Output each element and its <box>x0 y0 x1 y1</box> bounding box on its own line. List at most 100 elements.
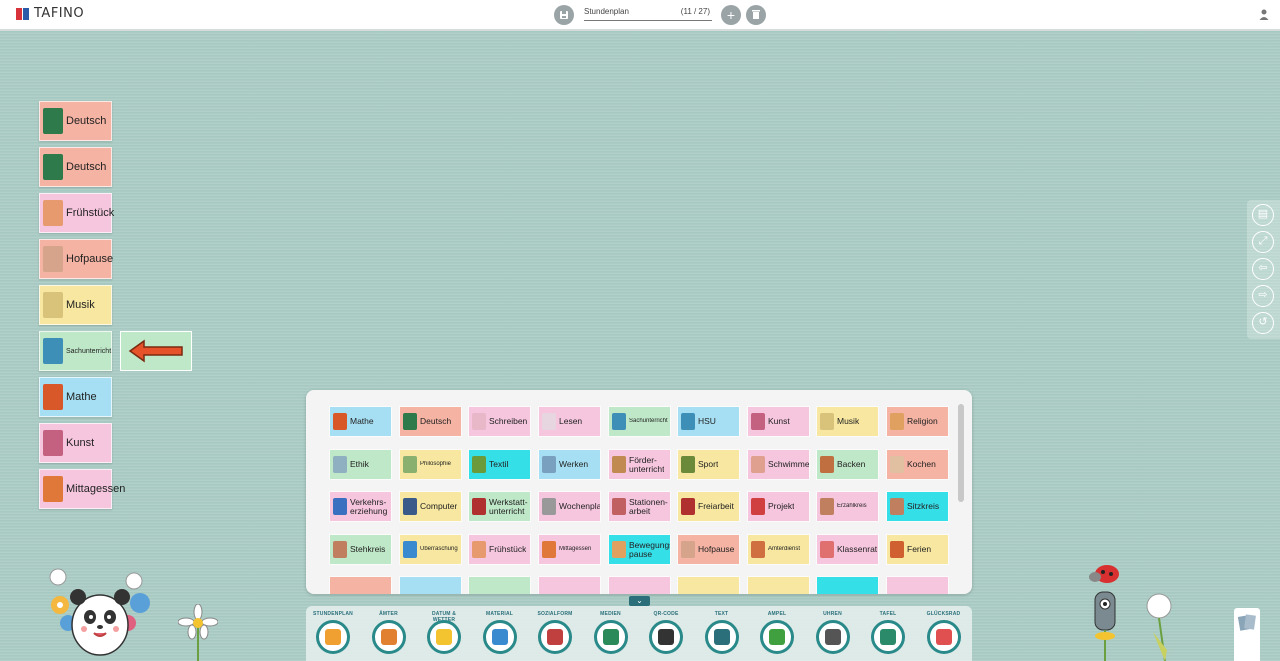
dock-tool-button[interactable] <box>593 620 628 654</box>
library-card[interactable]: Ethik <box>330 450 391 479</box>
library-card[interactable] <box>330 577 391 594</box>
library-card[interactable] <box>887 577 948 594</box>
dock-tool-glücksrad[interactable]: GLÜCKSRAD <box>921 610 967 660</box>
library-card[interactable]: Hofpause <box>678 535 739 564</box>
library-card[interactable]: Klassenrat <box>817 535 878 564</box>
library-card[interactable]: Kochen <box>887 450 948 479</box>
library-card[interactable]: Freiarbeit <box>678 492 739 521</box>
dock-tool-text[interactable]: TEXT <box>699 610 745 660</box>
schedule-card[interactable]: Mittagessen <box>39 469 125 509</box>
notes-widget[interactable] <box>1234 608 1260 661</box>
library-card[interactable]: Computer <box>400 492 461 521</box>
dock-tool-ampel[interactable]: AMPEL <box>754 610 800 660</box>
library-card[interactable]: Überraschung <box>400 535 461 564</box>
library-card[interactable]: Lesen <box>539 407 600 436</box>
library-card[interactable]: Mathe <box>330 407 391 436</box>
dock-tool-button[interactable] <box>704 620 739 654</box>
schedule-card[interactable]: Sachunterricht <box>39 331 112 371</box>
library-card[interactable]: Textil <box>469 450 530 479</box>
dock-tool-medien[interactable]: MEDIEN <box>588 610 634 660</box>
library-card[interactable]: Wochenplan <box>539 492 600 521</box>
dock-tool-tafel[interactable]: TAFEL <box>865 610 911 660</box>
library-card[interactable]: HSU <box>678 407 739 436</box>
library-card[interactable]: Werkstatt- unterricht <box>469 492 530 521</box>
panel-scrollbar[interactable] <box>958 400 964 586</box>
scrollbar-thumb[interactable] <box>958 404 964 502</box>
library-card[interactable]: Mittagessen <box>539 535 600 564</box>
library-card[interactable]: Verkehrs- erziehung <box>330 492 391 521</box>
dandelion-decoration <box>1146 593 1181 661</box>
library-card[interactable]: Erzählkreis <box>817 492 878 521</box>
schedule-card[interactable]: Deutsch <box>39 147 112 187</box>
dock-tool-button[interactable] <box>371 620 406 654</box>
side-tool-fullscreen[interactable]: ⤢ <box>1252 231 1274 253</box>
dock-tool-button[interactable] <box>926 620 961 654</box>
delete-plan-button[interactable] <box>746 5 766 25</box>
library-card[interactable]: Schwimmen <box>748 450 809 479</box>
library-card[interactable] <box>400 577 461 594</box>
save-button[interactable] <box>554 5 574 25</box>
library-card[interactable]: Schreiben <box>469 407 530 436</box>
library-card[interactable]: Philosophie <box>400 450 461 479</box>
library-card[interactable]: Projekt <box>748 492 809 521</box>
side-tool-clipboard[interactable]: ▤ <box>1252 204 1274 226</box>
library-card[interactable] <box>748 577 809 594</box>
side-tool-next[interactable]: ⇨ <box>1252 285 1274 307</box>
library-card[interactable] <box>539 577 600 594</box>
dock-tool-uhren[interactable]: UHREN <box>810 610 856 660</box>
dock-tool-button[interactable] <box>871 620 905 654</box>
brand-logo[interactable]: TAFINO <box>16 6 84 21</box>
dock-tool-button[interactable] <box>538 620 572 654</box>
library-card[interactable] <box>469 577 530 594</box>
library-card[interactable]: Backen <box>817 450 878 479</box>
collapse-panel-button[interactable]: ⌄ <box>629 596 650 606</box>
dock-tool-button[interactable] <box>427 620 461 654</box>
library-card[interactable] <box>609 577 670 594</box>
plan-name-field[interactable]: Stundenplan (11 / 27) <box>584 7 712 21</box>
library-card[interactable]: Sport <box>678 450 739 479</box>
sticky-notes-icon <box>1237 614 1256 631</box>
schedule-card[interactable]: Mathe <box>39 377 112 417</box>
dock-tool-button[interactable] <box>760 620 794 654</box>
dock-tool-datum-wetter[interactable]: DATUM & WETTER <box>421 610 467 660</box>
library-card[interactable]: Kunst <box>748 407 809 436</box>
side-tool-refresh[interactable]: ↺ <box>1252 312 1274 334</box>
library-card[interactable]: Deutsch <box>400 407 461 436</box>
dock-tool-qr-code[interactable]: QR-CODE <box>643 610 689 660</box>
subject-icon <box>681 498 695 515</box>
user-icon[interactable] <box>1259 9 1269 20</box>
dock-tool-button[interactable] <box>815 620 850 654</box>
schedule-card[interactable]: Frühstück <box>39 193 114 233</box>
library-card[interactable]: Bewegungs- pause <box>609 535 670 564</box>
dock-tool-button[interactable] <box>316 620 350 654</box>
schedule-card[interactable]: Kunst <box>39 423 112 463</box>
library-card[interactable]: Musik <box>817 407 878 436</box>
subject-icon <box>820 541 834 558</box>
schedule-card[interactable]: Musik <box>39 285 112 325</box>
library-card[interactable]: Förder- unterricht <box>609 450 670 479</box>
library-card[interactable] <box>817 577 878 594</box>
library-card[interactable]: Frühstück <box>469 535 530 564</box>
library-card[interactable]: Ämterdienst <box>748 535 809 564</box>
library-card[interactable]: Ferien <box>887 535 948 564</box>
schedule-card[interactable]: Hofpause <box>39 239 113 279</box>
library-card[interactable]: Werken <box>539 450 600 479</box>
schedule-card[interactable]: Deutsch <box>39 101 112 141</box>
dock-tool-label: AMPEL <box>767 611 787 617</box>
dock-tool-ämter[interactable]: ÄMTER <box>366 610 412 660</box>
library-card-label: Ämterdienst <box>768 546 801 552</box>
library-card[interactable]: Religion <box>887 407 948 436</box>
dock-tool-button[interactable] <box>482 620 517 654</box>
dock-tool-sozialform[interactable]: SOZIALFORM <box>532 610 578 660</box>
library-card[interactable]: Stehkreis <box>330 535 391 564</box>
library-card[interactable]: Stationen- arbeit <box>609 492 670 521</box>
add-plan-button[interactable]: + <box>721 5 741 25</box>
side-tool-prev[interactable]: ⇦ <box>1252 258 1274 280</box>
dock-tool-button[interactable] <box>649 620 683 654</box>
library-card[interactable] <box>678 577 739 594</box>
library-card[interactable]: Sitzkreis <box>887 492 948 521</box>
current-lesson-pointer[interactable] <box>120 331 192 371</box>
dock-tool-stundenplan[interactable]: STUNDENPLAN <box>310 610 356 660</box>
dock-tool-material[interactable]: MATERIAL <box>477 610 523 660</box>
library-card[interactable]: Sachunterricht <box>609 407 670 436</box>
